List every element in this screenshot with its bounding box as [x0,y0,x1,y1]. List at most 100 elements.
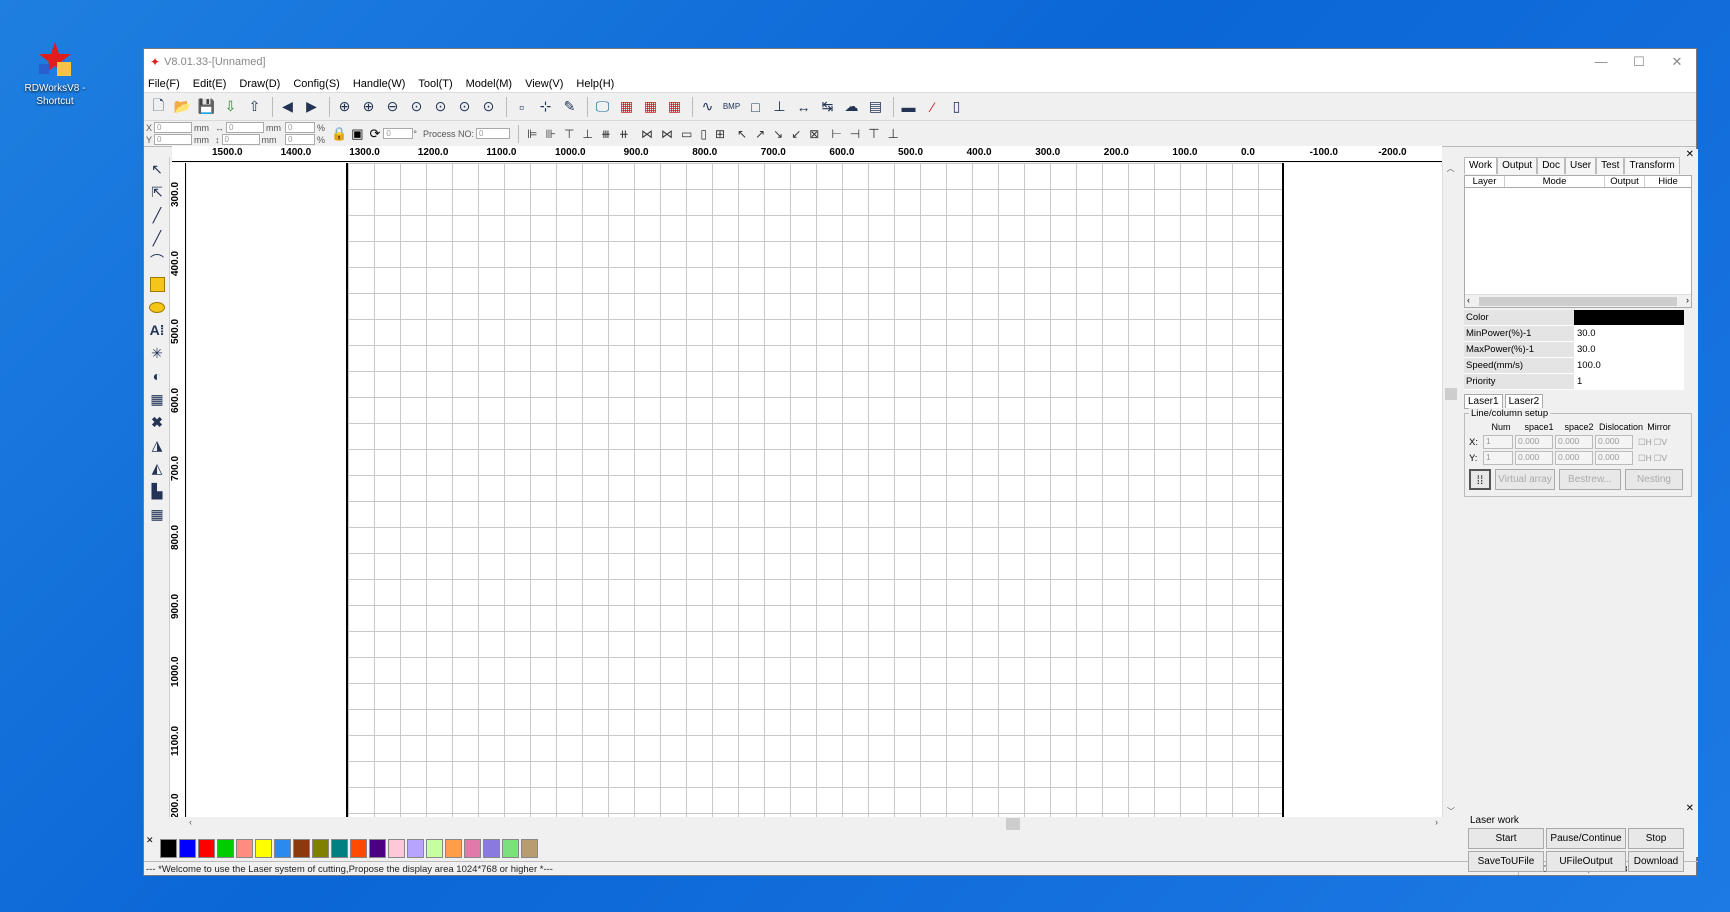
rotate-input[interactable]: 0 [383,128,414,139]
laser-work-close-icon[interactable]: ✕ [1686,803,1694,814]
distribute-h-icon[interactable]: ⋈ [641,127,653,141]
color-swatch[interactable] [274,838,291,858]
menu-draw[interactable]: Draw(D) [239,78,280,90]
menu-edit[interactable]: Edit(E) [193,78,227,90]
grid-tool-icon[interactable]: ▦ [146,388,168,410]
zoom-data-icon[interactable]: ⊙ [454,96,475,117]
y-position-input[interactable]: 0 [154,134,193,145]
vscroll-thumb[interactable] [1445,388,1457,400]
rectangle-tool-icon[interactable] [146,273,168,295]
group-icon[interactable]: ▦ [616,96,637,117]
tab-user[interactable]: User [1564,157,1597,174]
same-width-icon[interactable]: ▭ [681,127,692,141]
array-y-space1[interactable]: 0.000 [1515,451,1553,465]
scale-x-input[interactable]: 0 [285,122,316,133]
menu-handle[interactable]: Handle(W) [353,78,406,90]
bitmap-icon[interactable]: BMP [721,96,742,117]
color-swatch[interactable] [217,838,234,858]
menu-file[interactable]: File(F) [148,78,180,90]
color-swatch[interactable] [369,838,386,858]
zoom-page-icon[interactable]: ⊙ [406,96,427,117]
color-swatch[interactable] [236,838,253,858]
menu-view[interactable]: View(V) [525,78,563,90]
minimize-button[interactable]: — [1582,54,1620,70]
zoom-select-icon[interactable]: ⊙ [430,96,451,117]
array-y-mirror-h[interactable]: ☐H [1638,453,1652,464]
monitor-icon[interactable]: 🖵 [592,96,613,117]
curve-icon[interactable]: ∿ [697,96,718,117]
col-mode[interactable]: Mode [1505,176,1605,187]
select-arrow-icon[interactable]: ↖ [146,158,168,180]
curve-smooth-icon[interactable]: ✎ [559,96,580,117]
color-swatch[interactable] [464,838,481,858]
export-icon[interactable]: ⇧ [244,96,265,117]
color-swatch[interactable] [198,838,215,858]
image-tool-icon[interactable]: ◐ [146,365,168,387]
rotate-icon[interactable]: ⟳ [370,126,381,142]
color-swatch[interactable] [407,838,424,858]
vertical-scrollbar[interactable]: ︿ ﹀ [1442,163,1458,817]
scale-y-input[interactable]: 0 [285,134,316,145]
color-swatch[interactable] [445,838,462,858]
rectangle-icon[interactable]: □ [745,96,766,117]
array-x-mirror-v[interactable]: ☐V [1654,437,1667,448]
tab-laser1[interactable]: Laser1 [1464,394,1503,409]
dock-top-icon[interactable]: ⊤ [868,126,879,142]
same-height-icon[interactable]: ▯ [700,127,707,141]
combine-icon[interactable]: ▦ [664,96,685,117]
color-swatch[interactable] [179,838,196,858]
zoom-out-icon[interactable]: ⊖ [382,96,403,117]
mirror-h-icon[interactable]: ◮ [146,434,168,456]
open-folder-icon[interactable]: 📂 [172,96,193,117]
tab-work[interactable]: Work [1464,157,1498,174]
polyline-icon[interactable]: ⌒ [146,250,168,272]
height-input[interactable]: 0 [221,134,260,145]
download-button[interactable]: Download [1628,851,1684,872]
scroll-right-icon[interactable]: › [1435,817,1438,827]
same-size-icon[interactable]: ⊞ [715,127,725,141]
col-layer[interactable]: Layer [1465,176,1505,187]
tab-laser2[interactable]: Laser2 [1504,394,1544,409]
align-bottom-icon[interactable]: ⊥ [582,127,592,141]
position-icon[interactable]: ▙ [146,480,168,502]
array-y-dislocation[interactable]: 0.000 [1595,451,1633,465]
align-left-icon[interactable]: ⊫ [527,127,537,141]
document-icon[interactable]: ▤ [865,96,886,117]
ellipse-tool-icon[interactable] [146,296,168,318]
cloud-icon[interactable]: ☁ [841,96,862,117]
import-icon[interactable]: ⇩ [220,96,241,117]
nesting-button[interactable]: Nesting [1625,469,1683,490]
dot-tool-icon[interactable]: ✳ [146,342,168,364]
align-hcenter-icon[interactable]: ⧻ [601,127,611,141]
node-edit-icon[interactable]: ⊹ [535,96,556,117]
color-swatch[interactable] [483,838,500,858]
distribute-v-icon[interactable]: ⋈ [661,127,673,141]
ungroup-icon[interactable]: ▦ [640,96,661,117]
drawing-canvas[interactable] [187,163,1442,817]
save-icon[interactable]: 💾 [196,96,217,117]
prop-minpower-value[interactable]: 30.0 [1574,326,1684,341]
array-y-num[interactable]: 1 [1483,451,1513,465]
work-area-grid[interactable] [346,163,1284,817]
laser-pen-icon[interactable]: ⁄ [922,96,943,117]
corner-bl-icon[interactable]: ↙ [791,127,801,141]
virtual-array-button[interactable]: Virtual array [1495,469,1555,490]
array-y-space2[interactable]: 0.000 [1555,451,1593,465]
process-no-input[interactable]: 0 [476,128,511,139]
palette-close-icon[interactable]: ✕ [146,835,154,846]
color-swatch[interactable] [312,838,329,858]
color-swatch[interactable] [331,838,348,858]
center-icon[interactable]: ⊠ [809,127,819,141]
array-y-mirror-v[interactable]: ☐V [1654,453,1667,464]
dock-left-icon[interactable]: ⊢ [831,127,841,141]
prop-maxpower-value[interactable]: 30.0 [1574,342,1684,357]
close-button[interactable]: ✕ [1658,54,1696,70]
zoom-fit-icon[interactable]: ⊕ [334,96,355,117]
panel-close-icon[interactable]: ✕ [1686,149,1694,160]
hscroll-thumb[interactable] [1006,818,1020,830]
color-swatch[interactable] [255,838,272,858]
zoom-in-icon[interactable]: ⊕ [358,96,379,117]
tab-test[interactable]: Test [1596,157,1625,174]
layer-scroll-left-icon[interactable]: ‹ [1467,295,1470,305]
distance-icon[interactable]: ↔ [793,96,814,117]
